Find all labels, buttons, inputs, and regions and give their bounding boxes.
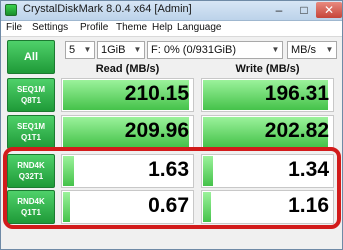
menu-help[interactable]: Help — [152, 22, 173, 33]
menu-theme[interactable]: Theme — [116, 22, 147, 33]
chevron-down-icon: ▼ — [271, 45, 280, 54]
test-queue-label: Q1T1 — [20, 133, 41, 142]
read-result-value: 209.96 — [124, 119, 189, 142]
write-result-cell: 196.31 — [201, 78, 334, 112]
close-button[interactable]: ✕ — [316, 2, 342, 18]
test-seq1m-q8t1-button[interactable]: SEQ1M Q8T1 — [7, 78, 55, 112]
title-bar[interactable]: CrystalDiskMark 8.0.4 x64 [Admin] – □ ✕ — [1, 1, 342, 21]
maximize-button[interactable]: □ — [292, 2, 316, 18]
menu-bar: File Settings Profile Theme Help Languag… — [1, 21, 342, 37]
unit-select[interactable]: MB/s ▼ — [287, 41, 337, 59]
menu-language[interactable]: Language — [177, 22, 222, 33]
test-name-label: SEQ1M — [16, 85, 45, 94]
app-logo-icon — [5, 4, 17, 16]
read-column-header: Read (MB/s) — [95, 63, 160, 75]
menu-profile[interactable]: Profile — [80, 22, 108, 33]
drive-value: F: 0% (0/931GiB) — [151, 44, 236, 56]
write-result-value: 202.82 — [264, 119, 329, 142]
test-count-select[interactable]: 5 ▼ — [65, 41, 95, 59]
write-result-cell: 202.82 — [201, 115, 334, 149]
window-title: CrystalDiskMark 8.0.4 x64 [Admin] — [23, 3, 192, 15]
chevron-down-icon: ▼ — [133, 45, 142, 54]
highlight-annotation — [3, 147, 341, 229]
test-count-value: 5 — [69, 44, 76, 56]
test-queue-label: Q8T1 — [20, 96, 41, 105]
chevron-down-icon: ▼ — [83, 45, 92, 54]
menu-file[interactable]: File — [6, 22, 22, 33]
minimize-button[interactable]: – — [267, 2, 291, 18]
read-result-value: 210.15 — [124, 82, 189, 105]
test-size-select[interactable]: 1GiB ▼ — [97, 41, 145, 59]
test-size-value: 1GiB — [101, 44, 126, 56]
drive-select[interactable]: F: 0% (0/931GiB) ▼ — [147, 41, 283, 59]
unit-value: MB/s — [291, 44, 317, 56]
read-result-cell: 209.96 — [61, 115, 194, 149]
read-result-cell: 210.15 — [61, 78, 194, 112]
app-window: CrystalDiskMark 8.0.4 x64 [Admin] – □ ✕ … — [0, 0, 343, 250]
test-seq1m-q1t1-button[interactable]: SEQ1M Q1T1 — [7, 115, 55, 149]
menu-settings[interactable]: Settings — [32, 22, 68, 33]
chevron-down-icon: ▼ — [325, 45, 334, 54]
write-column-header: Write (MB/s) — [235, 63, 300, 75]
test-name-label: SEQ1M — [16, 122, 45, 131]
run-all-button[interactable]: All — [7, 40, 55, 74]
write-result-value: 196.31 — [264, 82, 329, 105]
